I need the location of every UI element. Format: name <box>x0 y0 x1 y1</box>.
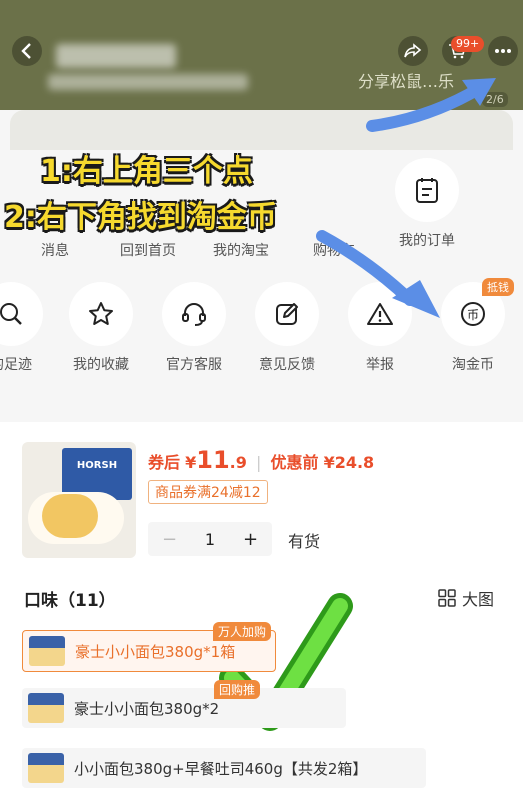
product-brand-text: HORSH <box>76 460 118 471</box>
option-thumbnail <box>28 753 64 783</box>
option-thumbnail <box>28 693 64 723</box>
quantity-value[interactable]: 1 <box>205 530 215 549</box>
product-bun <box>42 494 98 538</box>
coupon-badge: 商品券满24减12 <box>148 480 268 504</box>
price-separator: | <box>255 453 262 472</box>
price-before: ¥24.8 <box>323 453 375 472</box>
option-tag: 回购推 <box>214 680 261 699</box>
annotation-overlay <box>219 78 496 731</box>
product-image[interactable]: HORSH <box>22 442 136 558</box>
price-line: 券后 ¥11.9 | 优惠前 ¥24.8 <box>148 446 374 474</box>
flavor-option[interactable]: 豪士小小面包380g*2 <box>22 688 346 728</box>
quantity-stepper: − 1 + <box>148 522 272 556</box>
price-symbol: ¥ <box>185 453 197 472</box>
big-view-button[interactable]: 大图 <box>438 586 494 610</box>
option-tag: 万人加购 <box>213 622 272 641</box>
big-view-label: 大图 <box>462 590 495 609</box>
blue-arrow-icon <box>316 230 440 318</box>
flavor-title: 口味（11） <box>24 591 116 611</box>
increase-button[interactable]: + <box>243 529 258 550</box>
price-after-int: 11 <box>196 446 230 474</box>
blue-arrow-icon <box>366 78 496 132</box>
option-label: 小小面包380g+早餐吐司460g【共发2箱】 <box>74 759 368 778</box>
price-after-label: 券后 <box>148 453 181 472</box>
grid-icon <box>438 589 456 607</box>
stock-status: 有货 <box>288 532 321 551</box>
flavor-option[interactable]: 小小面包380g+早餐吐司460g【共发2箱】 <box>22 748 426 788</box>
price-before-label: 优惠前 <box>270 453 319 472</box>
option-label: 豪士小小面包380g*2 <box>74 699 220 718</box>
decrease-button[interactable]: − <box>162 529 177 550</box>
option-thumbnail <box>29 636 65 666</box>
option-label: 豪士小小面包380g*1箱 <box>75 642 236 661</box>
price-after-dec: .9 <box>229 453 247 472</box>
